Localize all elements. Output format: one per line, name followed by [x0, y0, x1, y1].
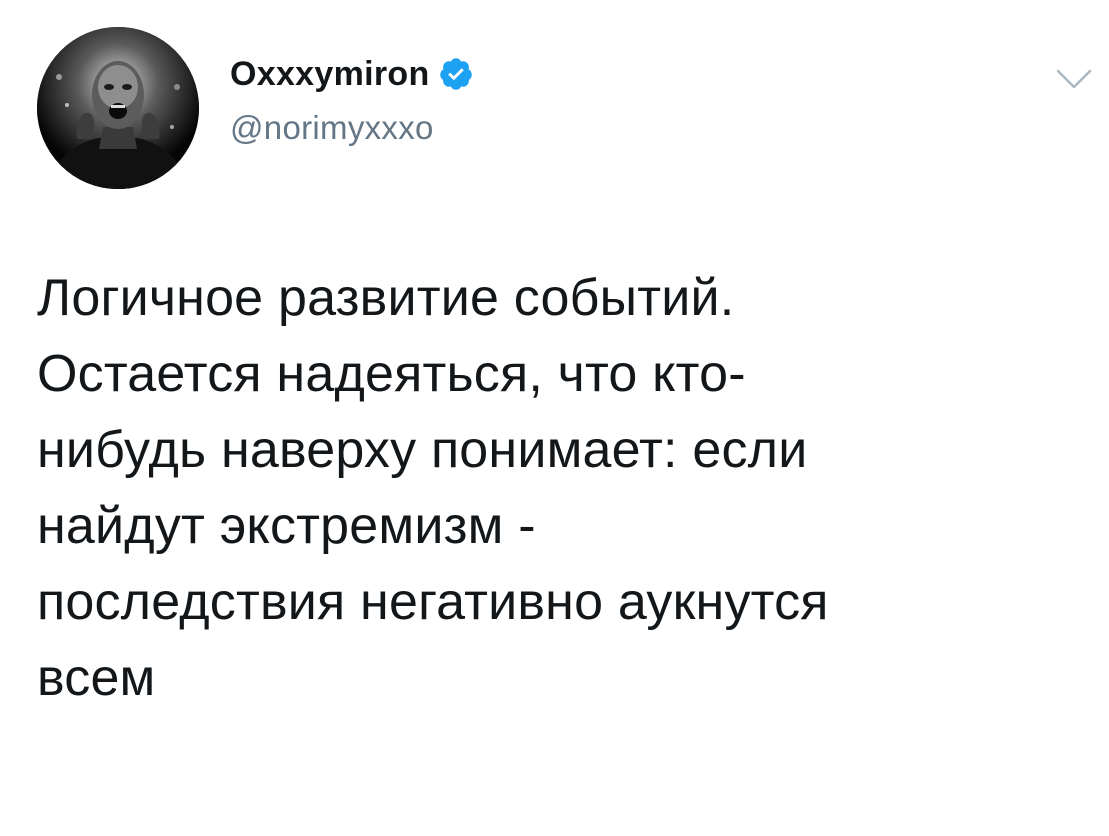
author-display-name[interactable]: Oxxxymiron: [230, 54, 430, 94]
chevron-down-icon[interactable]: [1054, 63, 1094, 93]
tweet-text-line: нибудь наверху понимает: если: [37, 421, 808, 479]
tweet-text-line: всем: [37, 649, 156, 707]
tweet-card: Oxxxymiron @norimyxxxo Логичное развитие…: [0, 0, 1109, 836]
avatar[interactable]: [37, 27, 199, 189]
verified-badge-icon: [438, 56, 474, 92]
tweet-text-line: Остается надеяться, что кто-: [37, 345, 746, 403]
author-name-row: Oxxxymiron: [230, 54, 474, 94]
user-avatar-photo: [37, 27, 199, 189]
tweet-text-line: найдут экстремизм -: [37, 497, 536, 555]
author-handle[interactable]: @norimyxxxo: [230, 108, 434, 148]
tweet-text-line: последствия негативно аукнутся: [37, 573, 829, 631]
tweet-text-line: Логичное развитие событий.: [37, 269, 735, 327]
tweet-text: Логичное развитие событий. Остается наде…: [37, 260, 1087, 716]
